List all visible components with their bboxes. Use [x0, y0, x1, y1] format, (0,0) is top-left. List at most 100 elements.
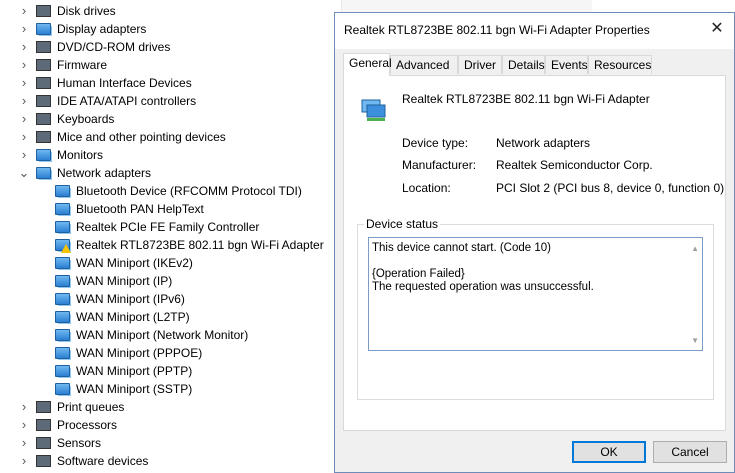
tab-events[interactable]: Events	[545, 55, 588, 74]
network-adapter-icon	[55, 185, 70, 197]
tree-device-label: WAN Miniport (PPTP)	[76, 364, 193, 378]
tree-device-item[interactable]: Realtek PCIe FE Family Controller	[0, 218, 340, 236]
dvd-drive-icon	[36, 41, 51, 53]
status-line: The requested operation was unsuccessful…	[372, 281, 594, 293]
tree-device-label: WAN Miniport (SSTP)	[76, 382, 193, 396]
chevron-right-icon[interactable]: ›	[18, 56, 30, 74]
device-tree: › Disk drives › Display adapters › DVD/CD-ROM…	[0, 0, 340, 473]
scroll-down-icon[interactable]: ▼	[691, 334, 699, 347]
tree-device-label: WAN Miniport (IKEv2)	[76, 256, 193, 270]
tree-category-label: Keyboards	[57, 112, 115, 126]
tree-category[interactable]: › Print queues	[0, 398, 340, 416]
tree-category-label: Display adapters	[57, 22, 147, 36]
tree-device-label: WAN Miniport (L2TP)	[76, 310, 190, 324]
tree-category[interactable]: › Keyboards	[0, 110, 340, 128]
network-adapter-icon	[361, 99, 386, 121]
tree-category[interactable]: › Sensors	[0, 434, 340, 452]
dialog-titlebar[interactable]: Realtek RTL8723BE 802.11 bgn Wi-Fi Adapt…	[335, 13, 734, 49]
tree-category-label: Firmware	[57, 58, 107, 72]
processor-icon	[36, 419, 51, 431]
tab-details[interactable]: Details	[502, 55, 545, 74]
device-type-label: Device type:	[402, 136, 469, 150]
chevron-right-icon[interactable]: ›	[18, 38, 30, 56]
tree-device-item[interactable]: Realtek RTL8723BE 802.11 bgn Wi-Fi Adapt…	[0, 236, 340, 254]
tab-general[interactable]: General	[343, 53, 392, 76]
device-name: Realtek RTL8723BE 802.11 bgn Wi-Fi Adapt…	[402, 92, 650, 106]
tree-category-label: Sensors	[57, 436, 102, 450]
tree-category-label: Monitors	[57, 148, 104, 162]
device-status-textbox[interactable]: This device cannot start. (Code 10) {Ope…	[368, 237, 703, 351]
tree-category[interactable]: ⌄ Network adapters	[0, 164, 340, 182]
network-adapter-icon	[55, 329, 70, 341]
network-adapter-icon	[55, 203, 70, 215]
tree-category[interactable]: › Mice and other pointing devices	[0, 128, 340, 146]
tree-category[interactable]: › Human Interface Devices	[0, 74, 340, 92]
close-icon[interactable]: ✕	[700, 13, 734, 45]
disk-drive-icon	[36, 5, 51, 17]
tab-resources[interactable]: Resources	[588, 55, 652, 74]
tree-device-label: WAN Miniport (IPv6)	[76, 292, 185, 306]
tree-device-item[interactable]: WAN Miniport (IKEv2)	[0, 254, 340, 272]
chevron-down-icon[interactable]: ⌄	[18, 164, 30, 182]
location-label: Location:	[402, 181, 451, 195]
tree-device-item[interactable]: Bluetooth Device (RFCOMM Protocol TDI)	[0, 182, 340, 200]
chevron-right-icon[interactable]: ›	[18, 434, 30, 452]
tree-category[interactable]: › Software devices	[0, 452, 340, 470]
tree-device-item[interactable]: WAN Miniport (L2TP)	[0, 308, 340, 326]
dialog-title: Realtek RTL8723BE 802.11 bgn Wi-Fi Adapt…	[344, 23, 650, 37]
mouse-icon	[36, 131, 51, 143]
tree-category[interactable]: › Display adapters	[0, 20, 340, 38]
chevron-right-icon[interactable]: ›	[18, 452, 30, 470]
tree-device-item[interactable]: WAN Miniport (IP)	[0, 272, 340, 290]
firmware-icon	[36, 59, 51, 71]
tree-category[interactable]: › Processors	[0, 416, 340, 434]
tree-device-label: WAN Miniport (PPPOE)	[76, 346, 203, 360]
tree-category-label: Mice and other pointing devices	[57, 130, 226, 144]
tree-device-item[interactable]: WAN Miniport (PPTP)	[0, 362, 340, 380]
tree-category[interactable]: › DVD/CD-ROM drives	[0, 38, 340, 56]
device-type-value: Network adapters	[496, 136, 591, 150]
tree-device-item[interactable]: Bluetooth PAN HelpText	[0, 200, 340, 218]
chevron-right-icon[interactable]: ›	[18, 110, 30, 128]
sensor-icon	[36, 437, 51, 449]
warning-icon	[61, 244, 71, 253]
tree-device-item[interactable]: WAN Miniport (Network Monitor)	[0, 326, 340, 344]
status-line: {Operation Failed}	[372, 268, 465, 280]
chevron-right-icon[interactable]: ›	[18, 2, 30, 20]
ok-button[interactable]: OK	[572, 441, 646, 463]
tree-category-label: DVD/CD-ROM drives	[57, 40, 171, 54]
network-adapter-icon	[55, 275, 70, 287]
cancel-button[interactable]: Cancel	[653, 441, 727, 463]
tab-driver[interactable]: Driver	[458, 55, 502, 74]
chevron-right-icon[interactable]: ›	[18, 398, 30, 416]
status-line: This device cannot start. (Code 10)	[372, 242, 551, 254]
tree-category-label: Human Interface Devices	[57, 76, 192, 90]
location-value: PCI Slot 2 (PCI bus 8, device 0, functio…	[496, 181, 725, 195]
tree-category[interactable]: › Firmware	[0, 56, 340, 74]
background-strip	[342, 0, 592, 12]
chevron-right-icon[interactable]: ›	[18, 128, 30, 146]
network-adapter-icon	[55, 293, 70, 305]
tree-category[interactable]: › Monitors	[0, 146, 340, 164]
chevron-right-icon[interactable]: ›	[18, 92, 30, 110]
status-line	[372, 255, 682, 268]
tree-category-label: Processors	[57, 418, 118, 432]
manufacturer-label: Manufacturer:	[402, 158, 477, 172]
chevron-right-icon[interactable]: ›	[18, 416, 30, 434]
chevron-right-icon[interactable]: ›	[18, 74, 30, 92]
tree-device-item[interactable]: WAN Miniport (PPPOE)	[0, 344, 340, 362]
chevron-right-icon[interactable]: ›	[18, 146, 30, 164]
chevron-right-icon[interactable]: ›	[18, 20, 30, 38]
network-adapter-icon	[55, 365, 70, 377]
tree-category[interactable]: › IDE ATA/ATAPI controllers	[0, 92, 340, 110]
hid-icon	[36, 77, 51, 89]
tree-category-label: Print queues	[57, 400, 125, 414]
tab-advanced[interactable]: Advanced	[390, 55, 458, 74]
ide-controller-icon	[36, 95, 51, 107]
tree-category[interactable]: › Disk drives	[0, 2, 340, 20]
display-adapter-icon	[36, 23, 51, 35]
scroll-up-icon[interactable]: ▲	[691, 242, 699, 255]
general-panel: Realtek RTL8723BE 802.11 bgn Wi-Fi Adapt…	[343, 75, 726, 431]
tree-device-item[interactable]: WAN Miniport (SSTP)	[0, 380, 340, 398]
tree-device-item[interactable]: WAN Miniport (IPv6)	[0, 290, 340, 308]
